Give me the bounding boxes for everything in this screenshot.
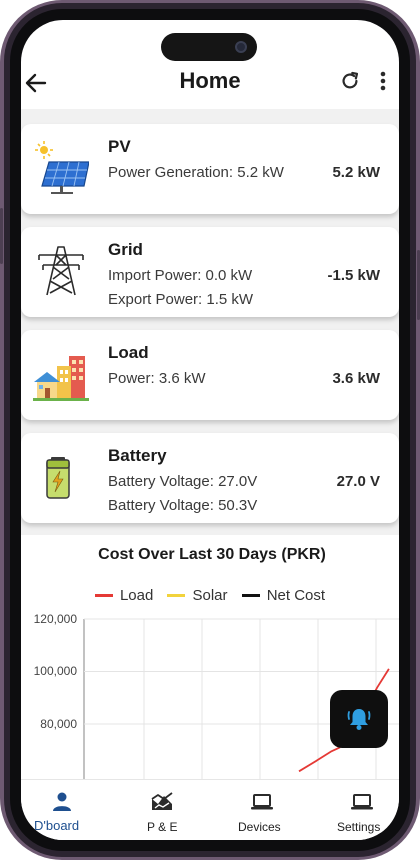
legend-label: Net Cost [266,587,326,604]
pv-value: 5.2 kW [332,164,380,181]
load-card[interactable]: Load Power: 3.6 kW 3.6 kW [21,330,399,420]
laptop-icon [251,794,273,810]
card-title: Battery [108,446,167,465]
load-value: 3.6 kW [332,370,380,387]
grid-export-text: Export Power: 1.5 kW [108,291,254,308]
nav-settings[interactable]: Settings [319,780,399,840]
battery-voltage-text: Battery Voltage: 50.3V [108,497,258,514]
load-power-text: Power: 3.6 kW [108,370,206,387]
nav-label: D'board [34,818,80,833]
battery-icon [46,457,70,499]
dashboard-person-icon [53,792,71,811]
card-title: Grid [108,240,143,259]
battery-value: 27.0 V [336,473,380,490]
legend-item[interactable]: Solar [167,587,228,604]
alarm-fab-button[interactable] [330,690,388,748]
legend-swatch [94,593,113,597]
card-title: Load [108,343,149,362]
nav-dashboard[interactable]: D'board [21,780,101,840]
grid-import-text: Import Power: 0.0 kW [108,267,253,284]
alarm-bell-icon [347,709,371,730]
buildings-icon [33,356,89,401]
nav-label: Settings [337,820,381,834]
pv-card[interactable]: PV Power Generation: 5.2 kW 5.2 kW [21,124,399,214]
legend-swatch [241,593,260,597]
solar-panel-icon [35,141,89,194]
laptop-settings-icon [351,794,373,810]
chart-legend: Load Solar Net Cost [21,587,399,604]
chart-title: Cost Over Last 30 Days (PKR) [98,546,326,563]
camera-lens-icon [235,41,247,53]
battery-card[interactable]: Battery Battery Voltage: 27.0V Battery V… [21,433,399,523]
refresh-icon[interactable] [339,70,361,92]
nav-devices[interactable]: Devices [221,780,301,840]
grid-card[interactable]: Grid Import Power: 0.0 kW Export Power: … [21,227,399,317]
bottom-navigation: D'board P & E Devices Settings [21,779,399,840]
camera-notch [161,33,257,61]
grid-value: -1.5 kW [327,267,380,284]
card-title: PV [108,137,131,156]
legend-swatch [167,593,186,597]
legend-item[interactable]: Load [94,587,154,604]
more-options-icon[interactable] [379,70,387,92]
pv-generation-text: Power Generation: 5.2 kW [108,164,284,181]
legend-item[interactable]: Net Cost [241,587,326,604]
app-bar: Home [21,64,399,108]
phone-side-button [0,208,3,264]
transmission-tower-icon [38,246,84,296]
mountain-chart-icon [151,792,173,810]
nav-label: Devices [238,820,281,834]
battery-voltage-text: Battery Voltage: 27.0V [108,473,258,490]
app-screen: Home PV Power Generation: 5.2 kW 5.2 kW … [21,20,399,840]
legend-label: Load [119,587,154,604]
nav-p-and-e[interactable]: P & E [121,780,201,840]
nav-label: P & E [147,820,178,834]
legend-label: Solar [192,587,228,604]
